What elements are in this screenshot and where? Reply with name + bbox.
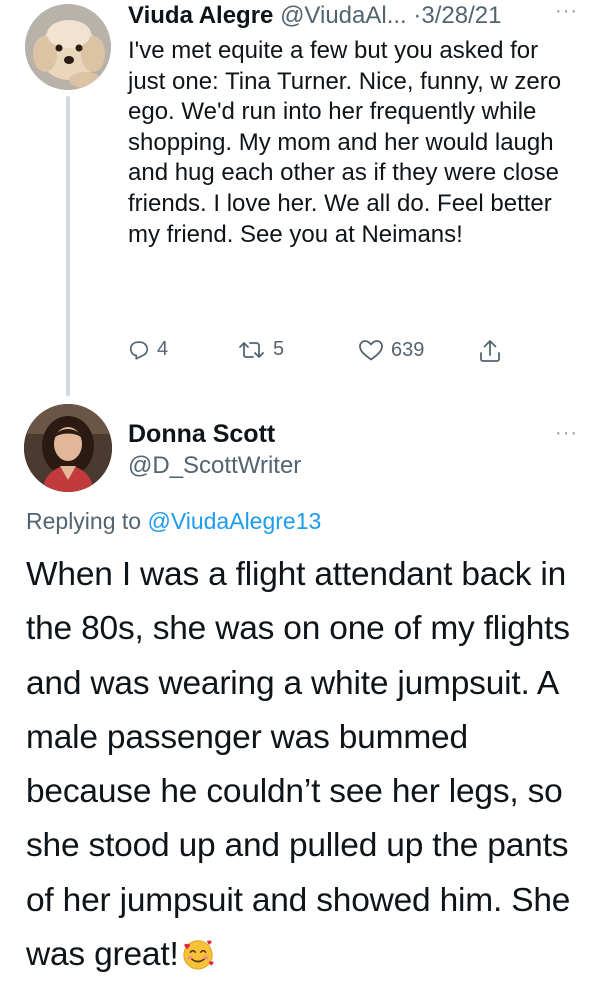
thread-line	[66, 96, 70, 396]
tweet-header: Viuda Alegre @ViudaAl... ·3/28/21	[128, 2, 598, 32]
avatar[interactable]	[25, 4, 111, 90]
dog-avatar-image	[25, 4, 111, 90]
user-handle[interactable]: @ViudaAl...	[280, 2, 407, 29]
replying-prefix: Replying to	[26, 508, 148, 534]
tweet-text: When I was a flight attendant back in th…	[26, 548, 586, 982]
display-name[interactable]: Viuda Alegre	[128, 2, 273, 29]
retweet-button[interactable]: 5	[238, 338, 284, 361]
avatar[interactable]	[24, 404, 112, 492]
retweet-icon	[239, 341, 264, 358]
tweet-text-content: When I was a flight attendant back in th…	[26, 556, 571, 974]
display-name[interactable]: Donna Scott	[128, 420, 275, 449]
more-options-icon[interactable]: ···	[555, 422, 578, 445]
share-button[interactable]	[478, 338, 502, 364]
profile-photo-image	[24, 404, 112, 492]
reply-count: 4	[157, 338, 169, 360]
reply-button[interactable]: 4	[128, 338, 168, 361]
tweet-actions: 4 5 639	[128, 338, 508, 372]
like-count: 639	[391, 338, 425, 361]
like-button[interactable]: 639	[358, 338, 424, 362]
retweet-count: 5	[273, 338, 285, 360]
tweet-text: I've met equite a few but you asked for …	[128, 37, 562, 248]
more-options-icon[interactable]: ···	[555, 0, 578, 23]
replying-to: Replying to @ViudaAlegre13	[26, 508, 321, 535]
reply-icon	[129, 340, 149, 360]
tweet-date[interactable]: 3/28/21	[421, 2, 501, 29]
user-handle[interactable]: @D_ScottWriter	[128, 452, 301, 480]
mention-link[interactable]: @ViudaAlegre13	[147, 508, 321, 534]
share-icon	[480, 340, 500, 362]
smiling-face-with-hearts-icon	[182, 940, 214, 970]
like-icon	[359, 340, 383, 361]
